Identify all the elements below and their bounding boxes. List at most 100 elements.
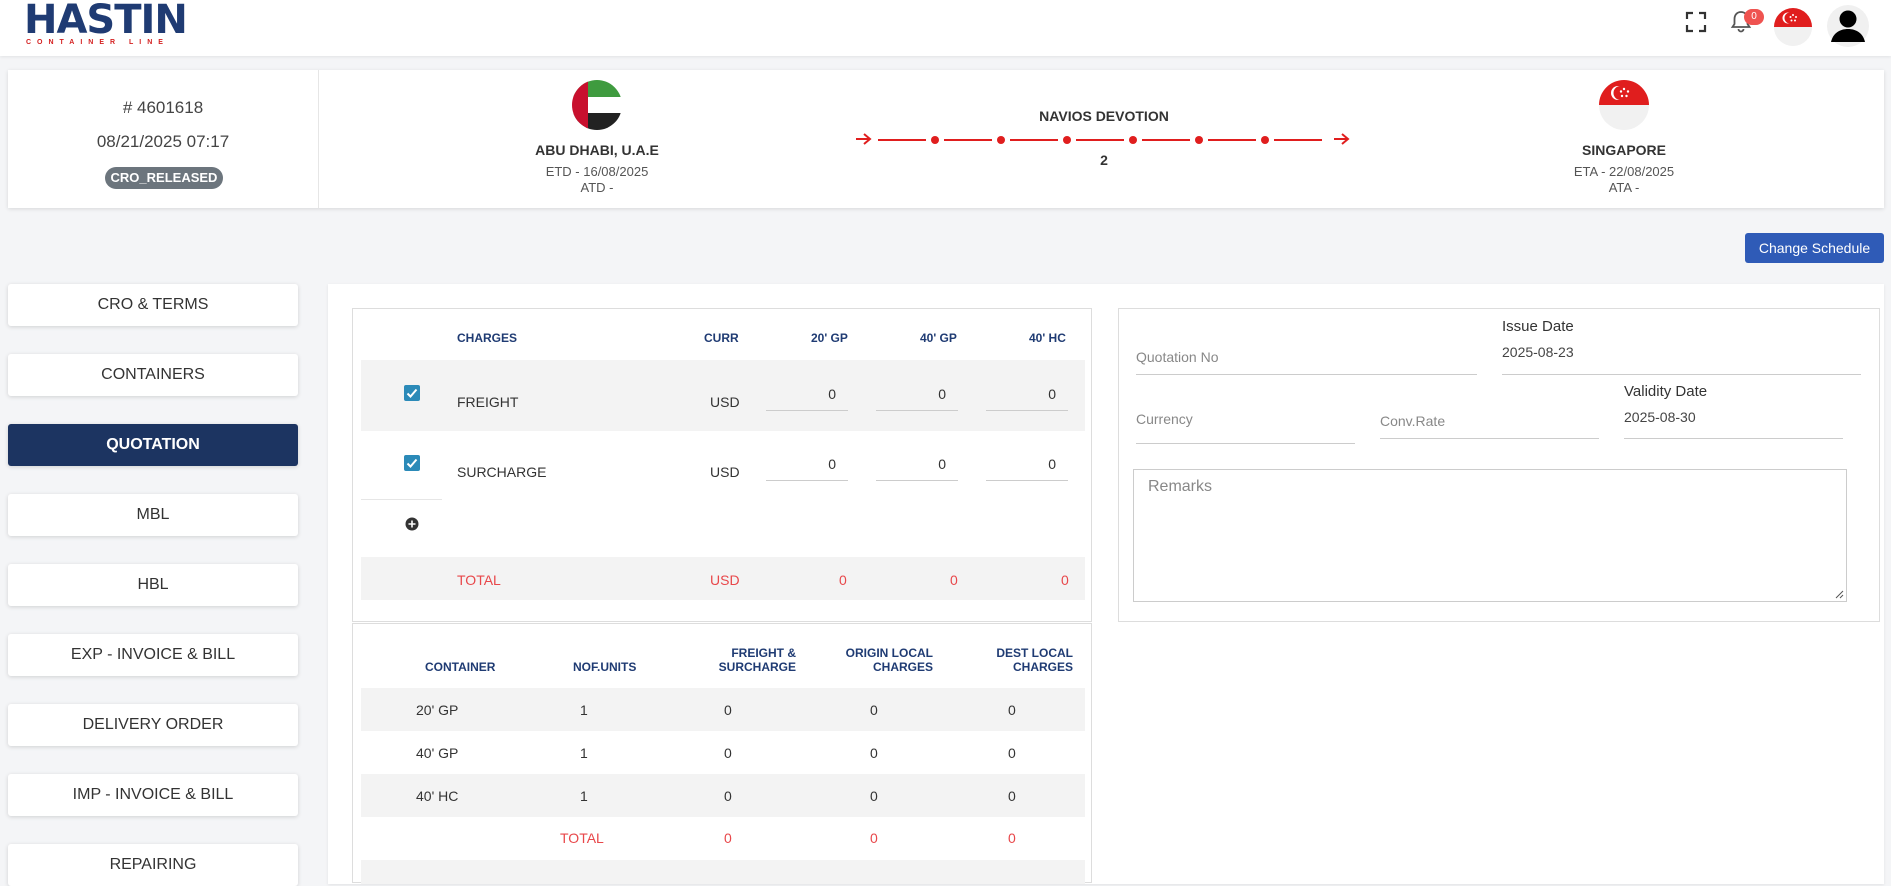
freight-value: 0 [724,702,732,718]
summary-total-origin: 0 [870,830,878,846]
currency-input[interactable]: Currency [1136,411,1193,427]
surcharge-20gp-input[interactable]: 0 [766,451,848,481]
container-type: 20' GP [416,702,459,718]
total-40gp: 0 [950,572,958,588]
user-avatar-icon[interactable] [1826,4,1870,48]
route-line: NAVIOS DEVOTION 2 [854,108,1354,178]
origin-value: 0 [870,788,878,804]
table-row [361,774,1085,817]
menu-repairing[interactable]: REPAIRING [8,844,298,886]
charge-name: SURCHARGE [457,464,547,480]
booking-info: # 4601618 08/21/2025 07:17 CRO_RELEASED [8,70,319,208]
container-summary-table: CONTAINER NOF.UNITS FREIGHT & SURCHARGE … [352,623,1092,884]
conv-rate-underline [1380,438,1599,439]
validity-date-label: Validity Date [1624,383,1708,400]
freight-checkbox[interactable] [404,385,420,401]
language-flag-icon[interactable] [1774,8,1812,46]
remarks-placeholder: Remarks [1148,478,1213,495]
total-20gp: 0 [839,572,847,588]
issue-date-label: Issue Date [1502,318,1574,335]
issue-date-input[interactable]: 2025-08-23 [1502,344,1574,360]
container-type: 40' HC [416,788,459,804]
container-units: 1 [580,702,588,718]
col-origin-local: ORIGIN LOCAL CHARGES [833,646,933,674]
fullscreen-icon[interactable] [1685,11,1707,33]
uae-flag-icon [572,80,622,130]
summary-total-freight: 0 [724,830,732,846]
col-40gp: 40' GP [920,331,957,345]
col-origin-line1: ORIGIN LOCAL [845,646,933,660]
dest-value: 0 [1008,702,1016,718]
quotation-no-underline [1136,374,1477,375]
surcharge-40gp-input[interactable]: 0 [876,451,958,481]
remarks-textarea[interactable]: Remarks [1133,469,1847,602]
table-row [361,688,1085,731]
origin-port-name: ABU DHABI, U.A.E [535,142,659,158]
summary-total-dest: 0 [1008,830,1016,846]
check-icon [406,388,418,398]
col-freight-surcharge: FREIGHT & SURCHARGE [706,646,796,674]
summary-total-label: TOTAL [560,830,604,846]
destination-port: SINGAPORE ETA - 22/08/2025 ATA - [1504,80,1744,196]
menu-hbl[interactable]: HBL [8,564,298,606]
col-freight-line2: SURCHARGE [718,660,796,674]
destination-ata: ATA - [1608,180,1640,195]
col-units: NOF.UNITS [573,660,637,674]
freight-40gp-input[interactable]: 0 [876,381,958,411]
notification-badge: 0 [1744,9,1764,25]
freight-value: 0 [724,745,732,761]
origin-port: ABU DHABI, U.A.E ETD - 16/08/2025 ATD - [477,80,717,196]
logo-subtitle: CONTAINER LINE [26,39,169,46]
hastin-logo[interactable]: HASTIN CONTAINER LINE [24,0,188,46]
freight-20gp-input[interactable]: 0 [766,381,848,411]
menu-exp-invoice-bill[interactable]: EXP - INVOICE & BILL [8,634,298,676]
charge-name: FREIGHT [457,394,519,410]
container-units: 1 [580,788,588,804]
col-dest-local: DEST LOCAL CHARGES [973,646,1073,674]
booking-datetime: 08/21/2025 07:17 [96,132,230,151]
menu-mbl[interactable]: MBL [8,494,298,536]
check-icon [406,458,418,468]
col-40hc: 40' HC [1029,331,1066,345]
menu-cro-terms[interactable]: CRO & TERMS [8,284,298,326]
menu-quotation[interactable]: QUOTATION [8,424,298,466]
container-units: 1 [580,745,588,761]
col-charges: CHARGES [457,331,518,345]
change-schedule-button[interactable]: Change Schedule [1745,233,1884,263]
total-40hc: 0 [1061,572,1069,588]
route-arrow-icon [856,133,1350,145]
surcharge-checkbox[interactable] [404,455,420,471]
currency-underline [1136,443,1355,444]
charges-total-currency: USD [710,572,740,588]
origin-value: 0 [870,745,878,761]
destination-port-name: SINGAPORE [1581,142,1666,158]
singapore-flag-icon [1599,80,1649,130]
conv-rate-input[interactable]: Conv.Rate [1380,413,1445,429]
validity-date-input[interactable]: 2025-08-30 [1624,409,1696,425]
menu-imp-invoice-bill[interactable]: IMP - INVOICE & BILL [8,774,298,816]
validity-date-underline [1624,438,1843,439]
col-dest-line1: DEST LOCAL [996,646,1073,660]
vessel-name: NAVIOS DEVOTION [1039,108,1169,124]
dest-value: 0 [1008,745,1016,761]
freight-40hc-input[interactable]: 0 [986,381,1068,411]
quotation-no-input[interactable]: Quotation No [1136,349,1219,365]
resize-handle-icon[interactable] [1834,589,1844,599]
status-badge: CRO_RELEASED [105,167,223,189]
charge-currency: USD [710,464,740,480]
menu-containers[interactable]: CONTAINERS [8,354,298,396]
surcharge-40hc-input[interactable]: 0 [986,451,1068,481]
origin-atd: ATD - [580,180,614,195]
menu-delivery-order[interactable]: DELIVERY ORDER [8,704,298,746]
voyage-summary-card: # 4601618 08/21/2025 07:17 CRO_RELEASED … [8,70,1884,208]
freight-value: 0 [724,788,732,804]
add-charge-icon[interactable] [405,517,419,531]
top-bar: HASTIN CONTAINER LINE 0 [0,0,1891,56]
booking-number: # 4601618 [122,98,204,117]
col-freight-line1: FREIGHT & [731,646,796,660]
col-20gp: 20' GP [811,331,848,345]
charge-currency: USD [710,394,740,410]
logo-text: HASTIN [24,0,188,43]
quotation-form: Quotation No Issue Date 2025-08-23 Curre… [1118,308,1880,622]
col-dest-line2: CHARGES [1012,660,1073,674]
